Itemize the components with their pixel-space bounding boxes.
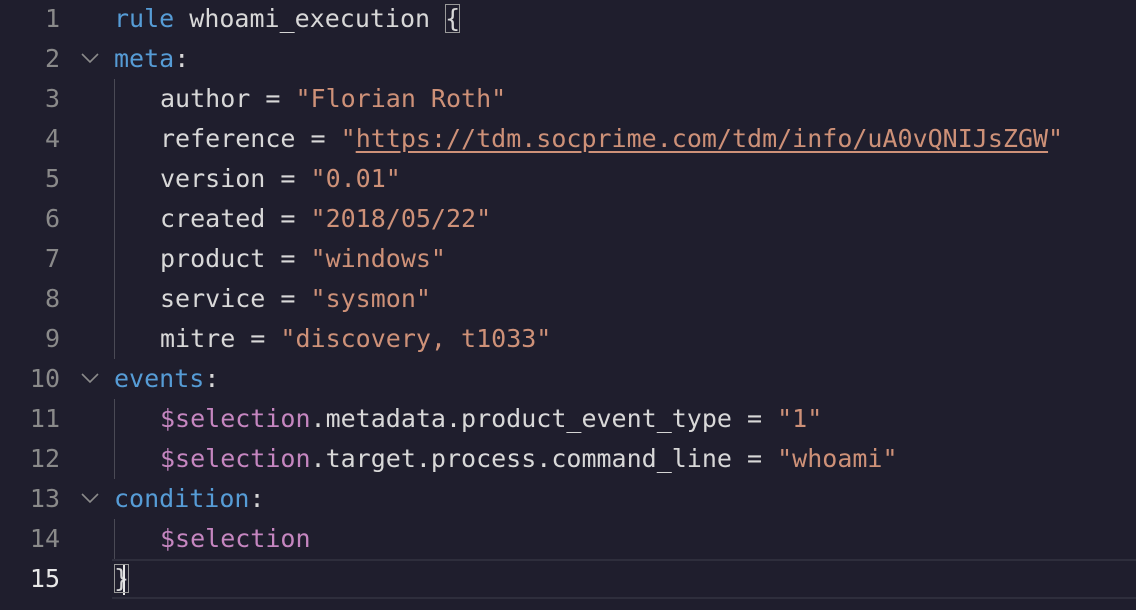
text-token: whoami_execution (174, 4, 446, 33)
text-token: version = (160, 164, 311, 193)
chevron-down-icon[interactable] (80, 488, 100, 508)
text-token: created = (160, 204, 311, 233)
line-number: 7 (44, 244, 60, 273)
text-token: reference = (160, 124, 341, 153)
line-number: 5 (44, 164, 60, 193)
code-line[interactable]: 8 service = "sysmon" (0, 279, 1136, 319)
string-token: "whoami" (777, 444, 898, 473)
code-text[interactable]: $selection (160, 519, 311, 559)
text-cursor (123, 565, 126, 595)
line-number: 6 (44, 204, 60, 233)
string-token: "Florian Roth" (295, 84, 507, 113)
text-token: : (174, 44, 190, 73)
code-line[interactable]: 1 rule whoami_execution { (0, 0, 1136, 39)
line-number: 1 (44, 4, 60, 33)
code-line[interactable]: 9 mitre = "discovery, t1033" (0, 319, 1136, 359)
code-text[interactable]: version = "0.01" (160, 159, 401, 199)
text-token: : (249, 484, 265, 513)
code-text[interactable]: events: (114, 359, 219, 399)
text-token: .metadata.product_event_type = (310, 404, 778, 433)
text-token: { (445, 4, 461, 33)
code-line[interactable]: 4 reference = "https://tdm.socprime.com/t… (0, 119, 1136, 159)
line-number: 4 (44, 124, 60, 153)
keyword-token: events (114, 364, 205, 393)
string-token: "1" (777, 404, 823, 433)
line-number: 2 (44, 44, 60, 73)
code-line[interactable]: 6 created = "2018/05/22" (0, 199, 1136, 239)
code-text[interactable]: condition: (114, 479, 265, 519)
code-text[interactable]: created = "2018/05/22" (160, 199, 491, 239)
code-text[interactable]: } (114, 559, 130, 599)
chevron-down-icon[interactable] (80, 48, 100, 68)
line-number: 14 (29, 524, 60, 553)
code-line[interactable]: 12 $selection.target.process.command_line… (0, 439, 1136, 479)
code-line[interactable]: 14 $selection (0, 519, 1136, 559)
string-token: "0.01" (310, 164, 401, 193)
line-number: 13 (29, 484, 60, 513)
text-token: : (204, 364, 220, 393)
chevron-down-icon[interactable] (80, 368, 100, 388)
code-editor[interactable]: 1 rule whoami_execution {2 meta: 3 author = … (0, 0, 1136, 610)
code-text[interactable]: $selection.metadata.product_event_type =… (160, 399, 822, 439)
code-line[interactable]: 10 events: (0, 359, 1136, 399)
variable-token: $selection (160, 444, 311, 473)
string-token: " (1048, 124, 1064, 153)
code-text[interactable]: meta: (114, 39, 189, 79)
code-line[interactable]: 15} (0, 559, 1136, 599)
code-line[interactable]: 3 author = "Florian Roth" (0, 79, 1136, 119)
string-token: "2018/05/22" (310, 204, 492, 233)
keyword-token: condition (114, 484, 250, 513)
code-text[interactable]: reference = "https://tdm.socprime.com/td… (160, 119, 1063, 159)
code-text[interactable]: $selection.target.process.command_line =… (160, 439, 898, 479)
text-token: product = (160, 244, 311, 273)
string-token: " (340, 124, 356, 153)
code-text[interactable]: product = "windows" (160, 239, 446, 279)
text-token: .target.process.command_line = (310, 444, 778, 473)
line-number: 10 (29, 364, 60, 393)
code-line[interactable]: 7 product = "windows" (0, 239, 1136, 279)
code-text[interactable]: mitre = "discovery, t1033" (160, 319, 551, 359)
code-text[interactable]: author = "Florian Roth" (160, 79, 506, 119)
text-token: author = (160, 84, 296, 113)
code-line[interactable]: 11 $selection.metadata.product_event_type… (0, 399, 1136, 439)
line-number: 15 (29, 564, 60, 593)
url-link[interactable]: https://tdm.socprime.com/tdm/info/uA0vQN… (356, 124, 1048, 153)
line-number: 8 (44, 284, 60, 313)
line-number: 9 (44, 324, 60, 353)
code-line[interactable]: 2 meta: (0, 39, 1136, 79)
line-number: 3 (44, 84, 60, 113)
string-token: "sysmon" (310, 284, 431, 313)
code-line[interactable]: 13 condition: (0, 479, 1136, 519)
keyword-token: meta (114, 44, 175, 73)
code-line[interactable]: 5 version = "0.01" (0, 159, 1136, 199)
line-number: 11 (29, 404, 60, 433)
code-text[interactable]: service = "sysmon" (160, 279, 431, 319)
variable-token: $selection (160, 404, 311, 433)
keyword-token: rule (114, 4, 175, 33)
string-token: "discovery, t1033" (280, 324, 552, 353)
variable-token: $selection (160, 524, 311, 553)
text-token: mitre = (160, 324, 281, 353)
text-token: } (114, 564, 130, 593)
text-token: service = (160, 284, 311, 313)
string-token: "windows" (310, 244, 446, 273)
line-number: 12 (29, 444, 60, 473)
code-text[interactable]: rule whoami_execution { (114, 0, 461, 39)
